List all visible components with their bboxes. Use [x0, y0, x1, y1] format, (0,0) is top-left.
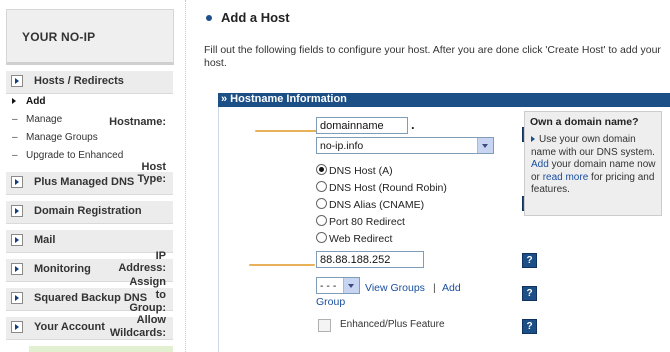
nav-label: Domain Registration — [34, 205, 142, 217]
nav-sub-label: Add — [26, 96, 46, 107]
nav-sub-manage-groups[interactable]: – Manage Groups — [12, 132, 98, 143]
radio-selected[interactable] — [316, 164, 327, 175]
nav-label: Monitoring — [34, 263, 91, 275]
host-type-radio-cname[interactable]: DNS Alias (CNAME) — [316, 197, 424, 211]
host-type-radio-port80[interactable]: Port 80 Redirect — [316, 214, 405, 228]
radio-label: DNS Alias (CNAME) — [329, 199, 425, 211]
host-type-radio-round-robin[interactable]: DNS Host (Round Robin) — [316, 180, 447, 194]
nav-sub-add[interactable]: Add — [12, 96, 45, 107]
vertical-divider — [185, 0, 187, 352]
arrow-right-icon — [531, 136, 535, 142]
wildcards-feature-note: Enhanced/Plus Feature — [340, 319, 445, 330]
help-icon[interactable]: ? — [522, 253, 537, 268]
chevron-down-icon — [477, 138, 493, 153]
nav-sub-manage[interactable]: – Manage — [12, 114, 62, 125]
nav-label: Your Account — [34, 321, 105, 333]
main-content: Add a Host Fill out the following fields… — [109, 0, 670, 352]
radio-unselected[interactable] — [316, 215, 327, 226]
brand-title: YOUR NO-IP — [22, 30, 96, 44]
domain-select[interactable]: no-ip.info — [316, 137, 494, 154]
arrow-icon — [11, 75, 23, 87]
view-groups-link[interactable]: View Groups — [365, 282, 425, 294]
host-type-label: Host Type: — [137, 161, 166, 185]
radio-unselected[interactable] — [316, 232, 327, 243]
group-select[interactable]: - - - — [316, 277, 360, 294]
intro-text: Fill out the following fields to configu… — [204, 44, 661, 69]
read-more-link[interactable]: read more — [543, 172, 589, 183]
radio-label: Web Redirect — [329, 233, 393, 245]
highlight-underline — [249, 264, 315, 266]
own-domain-box: Own a domain name? Use your own domain n… — [524, 111, 662, 216]
highlight-underline — [255, 130, 317, 132]
radio-label: DNS Host (Round Robin) — [329, 182, 447, 194]
nav-label: Plus Managed DNS — [34, 176, 135, 188]
nav-hosts-redirects[interactable]: Hosts / Redirects — [6, 71, 173, 94]
nav-sub-label: Manage — [26, 114, 63, 125]
arrow-icon — [11, 292, 23, 304]
dash-icon: – — [12, 150, 18, 161]
nav-sub-upgrade[interactable]: – Upgrade to Enhanced — [12, 150, 123, 161]
add-group-link-wrap[interactable]: Group — [316, 296, 345, 308]
nav-sub-label: Manage Groups — [26, 132, 98, 143]
dash-icon: – — [12, 132, 18, 143]
ip-address-input[interactable] — [316, 251, 424, 268]
ip-address-label: IP Address: — [118, 250, 166, 274]
nav-label: Hosts / Redirects — [34, 75, 124, 87]
nav-label: Mail — [34, 234, 56, 246]
arrow-icon — [11, 205, 23, 217]
bullet-icon — [206, 14, 212, 21]
sidebar-footer-stub — [29, 346, 173, 352]
arrow-icon — [11, 176, 23, 188]
assign-label-line2: Group: — [129, 302, 166, 314]
help-icon[interactable]: ? — [522, 286, 537, 301]
domain-select-value: no-ip.info — [320, 140, 364, 152]
radio-unselected[interactable] — [316, 181, 327, 192]
link-separator: | — [433, 282, 436, 294]
own-domain-title: Own a domain name? — [530, 116, 639, 128]
wildcards-label: Allow Wildcards: — [110, 314, 166, 340]
add-group-link[interactable]: Add — [442, 282, 461, 294]
hostname-label: Hostname: — [109, 116, 166, 128]
arrow-icon — [11, 263, 23, 275]
own-domain-text-part: Use your own domain name with our DNS sy… — [531, 134, 655, 158]
nav-sub-label: Upgrade to Enhanced — [26, 150, 124, 161]
radio-unselected[interactable] — [316, 198, 327, 209]
own-domain-text: Use your own domain name with our DNS sy… — [531, 134, 657, 197]
radio-label: DNS Host (A) — [329, 165, 393, 177]
chevron-down-icon — [343, 278, 359, 293]
assign-group-label: Assign to Group: — [129, 276, 166, 315]
arrow-icon — [11, 321, 23, 333]
arrow-right-icon — [12, 96, 26, 107]
brand-box: YOUR NO-IP — [6, 9, 174, 65]
wildcards-label-line2: Wildcards: — [109, 327, 166, 339]
panel-header: » Hostname Information — [218, 93, 670, 107]
hostname-input[interactable] — [316, 117, 408, 134]
wildcards-checkbox[interactable] — [318, 319, 331, 332]
group-select-value: - - - — [320, 280, 337, 292]
wildcards-label-line1: Allow — [136, 314, 166, 326]
add-domain-link[interactable]: Add — [531, 159, 549, 170]
assign-label-line1: Assign to — [129, 276, 166, 301]
hostname-dot: . — [411, 117, 415, 132]
page-title-text: Add a Host — [221, 10, 290, 25]
host-type-radio-a[interactable]: DNS Host (A) — [316, 163, 393, 177]
page-title: Add a Host — [206, 10, 290, 25]
panel-title: » Hostname Information — [221, 93, 347, 105]
nav-domain-registration[interactable]: Domain Registration — [6, 201, 173, 224]
dash-icon: – — [12, 114, 18, 125]
hostname-form: Hostname: . no-ip.info ? Host Type: DNS … — [109, 107, 537, 352]
help-icon[interactable]: ? — [522, 319, 537, 334]
radio-label: Port 80 Redirect — [329, 216, 405, 228]
arrow-icon — [11, 234, 23, 246]
host-type-radio-web-redirect[interactable]: Web Redirect — [316, 231, 392, 245]
